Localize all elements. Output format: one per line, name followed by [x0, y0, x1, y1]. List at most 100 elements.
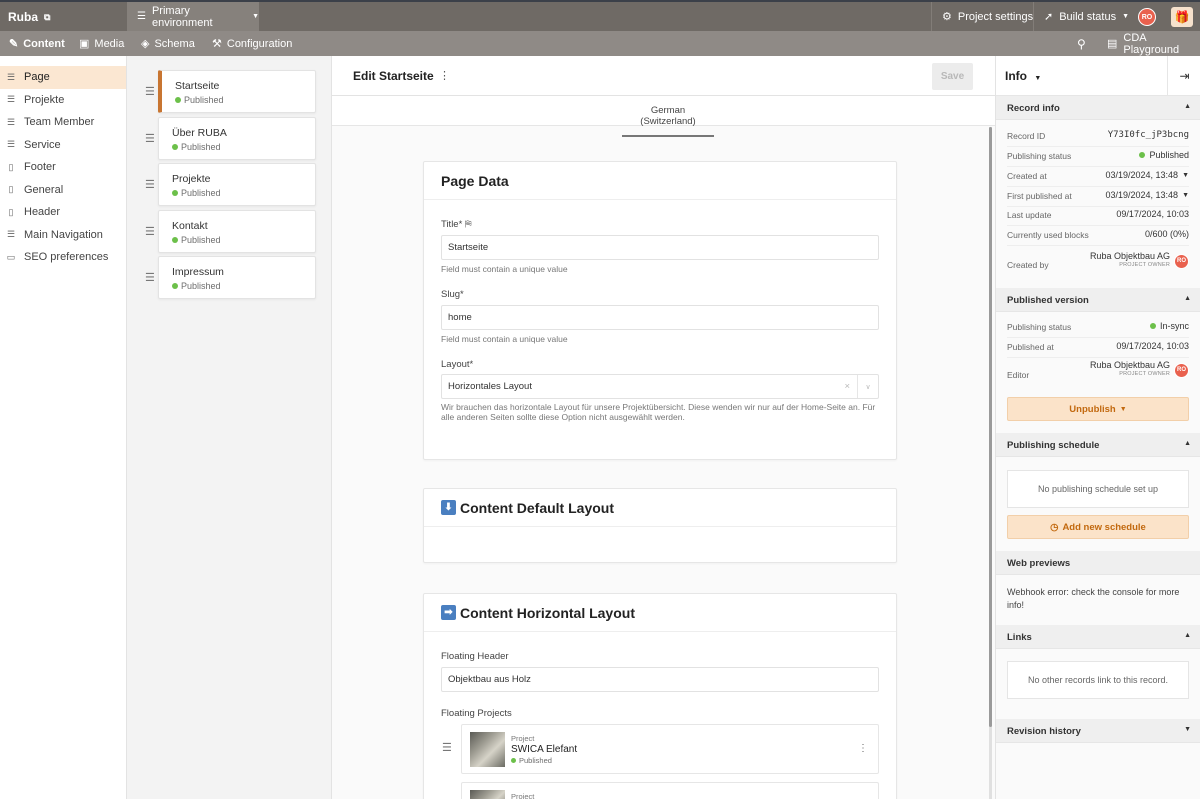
linked-project-item[interactable]: Project SWICA Elefant Published ⋮ — [461, 724, 879, 774]
drag-handle-icon[interactable]: ☰ — [145, 178, 155, 191]
record-card[interactable]: Impressum Published — [158, 256, 316, 299]
default-layout-heading: ⬇ Content Default Layout — [424, 489, 896, 527]
sidebar-item-footer[interactable]: ▯ Footer — [0, 156, 126, 179]
owner-role: PROJECT OWNER — [1119, 262, 1170, 268]
sidebar-item-main-navigation[interactable]: ☰ Main Navigation — [0, 224, 126, 247]
project-brand[interactable]: Ruba ⧉ — [8, 10, 50, 24]
drag-handle-icon[interactable]: ☰ — [145, 85, 155, 98]
horizontal-layout-card: ➡ Content Horizontal Layout Floating Head… — [423, 593, 897, 799]
revision-history-heading: Revision history — [1007, 726, 1081, 737]
created-at-value[interactable]: 03/19/2024, 13:48 ▼ — [1105, 170, 1189, 180]
layout-select-value: Horizontales Layout — [448, 381, 532, 392]
tab-media-label: Media — [94, 37, 125, 50]
slug-hint: Field must contain a unique value — [441, 334, 568, 344]
tab-configuration-label: Configuration — [226, 37, 293, 50]
add-schedule-button[interactable]: ◷ Add new schedule — [1007, 515, 1189, 539]
published-dot-icon — [172, 190, 178, 196]
unpublish-button[interactable]: Unpublish ▼ — [1007, 397, 1189, 421]
publishing-schedule-section[interactable]: Publishing schedule ▲ — [996, 433, 1200, 457]
last-update-row: Last update 09/17/2024, 10:03 — [1007, 206, 1189, 226]
collapse-panel-icon[interactable]: ⇥ — [1167, 56, 1200, 96]
user-avatar[interactable]: RO — [1138, 8, 1156, 26]
sidebar-item-projekte[interactable]: ☰ Projekte — [0, 89, 126, 112]
web-previews-section[interactable]: Web previews — [996, 551, 1200, 575]
record-name: Impressum — [172, 266, 224, 278]
tab-configuration[interactable]: ⚒ Configuration — [212, 31, 292, 56]
scrollbar-thumb[interactable] — [989, 127, 992, 727]
slug-input[interactable]: home — [441, 305, 879, 330]
chevron-down-icon[interactable]: ∨ — [857, 375, 878, 398]
default-layout-card: ⬇ Content Default Layout — [423, 488, 897, 563]
tab-media[interactable]: ▣ Media — [79, 31, 124, 56]
save-button[interactable]: Save — [932, 63, 973, 90]
drag-handle-icon[interactable]: ☰ — [145, 225, 155, 238]
sidebar-item-label: SEO preferences — [24, 251, 109, 264]
title-hint: Field must contain a unique value — [441, 264, 568, 274]
record-card[interactable]: Startseite Published — [158, 70, 316, 113]
layout-select[interactable]: Horizontales Layout × ∨ — [441, 374, 879, 399]
project-settings-button[interactable]: ⚙ Project settings — [931, 2, 1043, 31]
info-title[interactable]: Info ▼ — [1005, 69, 1041, 83]
linked-project-item[interactable]: Project — [461, 782, 879, 799]
record-card[interactable]: Projekte Published — [158, 163, 316, 206]
sidebar-item-label: General — [24, 183, 64, 196]
publishing-schedule-heading: Publishing schedule — [1007, 440, 1100, 451]
first-published-value[interactable]: 03/19/2024, 13:48 ▼ — [1105, 190, 1189, 200]
environment-selector[interactable]: ☰ Primary environment ▼ — [127, 2, 259, 31]
created-at-row: Created at 03/19/2024, 13:48 ▼ — [1007, 167, 1189, 187]
drag-handle-icon[interactable]: ☰ — [145, 132, 155, 145]
chevron-up-icon: ▲ — [1184, 295, 1191, 302]
record-id-value[interactable]: Y73I0fc_jP3bcng — [1108, 130, 1189, 140]
sidebar-item-label: Main Navigation — [24, 228, 103, 241]
record-id-row: Record ID Y73I0fc_jP3bcng — [1007, 127, 1189, 147]
tab-locale-de-ch[interactable]: German (Switzerland) — [622, 105, 714, 137]
sidebar-item-header[interactable]: ▯ Header — [0, 201, 126, 224]
tab-content[interactable]: ✎ Content — [9, 31, 65, 56]
drag-handle-icon[interactable]: ☰ — [145, 271, 155, 284]
floating-header-label: Floating Header — [441, 651, 509, 662]
revision-history-section[interactable]: Revision history ▼ — [996, 719, 1200, 743]
sidebar-item-team-member[interactable]: ☰ Team Member — [0, 111, 126, 134]
gift-icon[interactable]: 🎁 — [1171, 7, 1193, 27]
sidebar-item-page[interactable]: ☰ Page — [0, 66, 126, 89]
build-status-button[interactable]: ➚ Build status ▼ — [1033, 2, 1139, 31]
search-icon[interactable]: ⚲ — [1077, 37, 1086, 51]
sidebar-item-label: Projekte — [24, 93, 65, 106]
record-status: Published — [172, 188, 221, 198]
sidebar-item-seo-preferences[interactable]: ▭ SEO preferences — [0, 246, 126, 269]
floating-header-input[interactable]: Objektbau aus Holz — [441, 667, 879, 692]
published-version-section[interactable]: Published version ▲ — [996, 288, 1200, 312]
scrollbar[interactable] — [989, 127, 992, 799]
links-section[interactable]: Links ▲ — [996, 625, 1200, 649]
pv-published-at-value: 09/17/2024, 10:03 — [1116, 341, 1189, 351]
sidebar-item-service[interactable]: ☰ Service — [0, 134, 126, 157]
document-icon: ▯ — [8, 184, 14, 195]
list-icon: ☰ — [6, 116, 16, 127]
slug-field-label: Slug* — [441, 289, 464, 300]
clock-icon: ◷ — [1050, 521, 1059, 533]
chevron-up-icon: ▲ — [1184, 632, 1191, 639]
more-vertical-icon[interactable]: ⋮ — [439, 69, 450, 82]
translate-icon: ⛿ — [464, 219, 472, 229]
title-input[interactable]: Startseite — [441, 235, 879, 260]
tab-schema[interactable]: ◈ Schema — [141, 31, 195, 56]
list-icon: ☰ — [6, 94, 16, 105]
rocket-icon: ➚ — [1044, 11, 1054, 23]
status-label: Published — [181, 142, 221, 152]
record-info-section[interactable]: Record info ▲ — [996, 96, 1200, 120]
schedule-empty-box: No publishing schedule set up — [1007, 470, 1189, 508]
cda-playground-button[interactable]: ▤ CDA Playground — [1107, 31, 1200, 56]
clear-icon[interactable]: × — [844, 381, 850, 392]
sidebar-item-general[interactable]: ▯ General — [0, 179, 126, 202]
sidebar-item-label: Footer — [24, 161, 56, 174]
record-card[interactable]: Kontakt Published — [158, 210, 316, 253]
info-panel: Info ▼ ⇥ Record info ▲ Record ID Y73I0fc_j… — [995, 56, 1200, 799]
last-update-value: 09/17/2024, 10:03 — [1116, 209, 1189, 219]
record-card[interactable]: Über RUBA Published — [158, 117, 316, 160]
pv-editor-owner: Ruba Objektbau AG PROJECT OWNER RO — [1090, 361, 1189, 379]
owner-name: Ruba Objektbau AG — [1089, 251, 1170, 261]
links-heading: Links — [1007, 632, 1032, 643]
more-vertical-icon[interactable]: ⋮ — [858, 743, 868, 754]
list-icon: ☰ — [6, 139, 16, 150]
drag-handle-icon[interactable]: ☰ — [442, 741, 452, 754]
